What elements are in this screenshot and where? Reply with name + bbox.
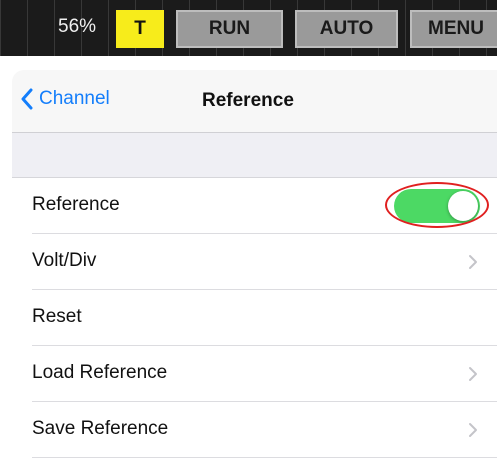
reference-row: Reference [12, 178, 497, 234]
chevron-right-icon [469, 367, 477, 381]
battery-level: 56% [58, 16, 97, 37]
row-label: Reference [32, 194, 120, 215]
scope-toolbar: 56% T RUN AUTO MENU [0, 0, 497, 56]
reset-row[interactable]: Reset [12, 290, 497, 346]
back-button-label: Channel [39, 88, 110, 109]
row-label: Volt/Div [32, 250, 97, 271]
highlight-circle [385, 182, 489, 228]
volt-div-row[interactable]: Volt/Div [12, 234, 497, 290]
page-title: Reference [202, 90, 294, 111]
row-label: Save Reference [32, 418, 169, 439]
run-button[interactable]: RUN [176, 10, 283, 48]
settings-list: Reference Volt/Div Reset Load Reference … [12, 178, 497, 458]
popover-navbar: Channel Reference [12, 70, 497, 133]
chevron-right-icon [469, 255, 477, 269]
auto-button[interactable]: AUTO [295, 10, 398, 48]
row-label: Load Reference [32, 362, 168, 383]
menu-button[interactable]: MENU [410, 10, 497, 48]
save-reference-row[interactable]: Save Reference [12, 402, 497, 458]
chevron-left-icon [21, 88, 33, 110]
chevron-right-icon [469, 423, 477, 437]
back-button[interactable]: Channel [20, 88, 110, 110]
scope-screen: 56% T RUN AUTO MENU Channel Reference Re… [0, 0, 497, 460]
reference-popover: Channel Reference Reference Volt/Div Res… [12, 70, 497, 460]
row-label: Reset [32, 306, 82, 327]
section-header [12, 133, 497, 178]
load-reference-row[interactable]: Load Reference [12, 346, 497, 402]
trigger-button[interactable]: T [116, 10, 164, 48]
